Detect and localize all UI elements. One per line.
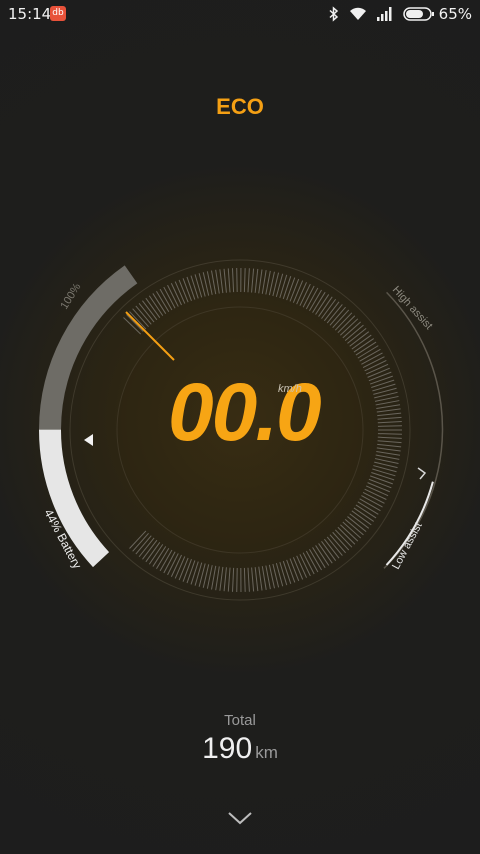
speed-tick xyxy=(368,371,392,382)
speed-tick xyxy=(254,268,259,293)
speed-tick xyxy=(375,454,400,460)
speed-tick xyxy=(376,451,401,456)
speed-tick xyxy=(377,443,402,448)
speed-tick xyxy=(286,559,296,583)
speed-tick xyxy=(376,404,401,409)
speed-tick xyxy=(182,278,192,301)
speed-tick xyxy=(215,566,220,591)
speed-tick xyxy=(261,566,267,590)
speed-tick xyxy=(286,277,296,301)
speed-tick xyxy=(219,269,224,294)
speed-tick xyxy=(367,367,390,378)
speed-tick xyxy=(243,567,246,592)
speed-tick xyxy=(377,440,402,444)
speed-tick xyxy=(279,561,288,586)
total-distance: 190 km xyxy=(0,732,480,766)
speed-tick xyxy=(289,278,300,302)
total-value: 190 xyxy=(202,732,253,765)
speed-tick xyxy=(282,560,292,584)
speed-tick xyxy=(377,421,402,424)
speed-tick xyxy=(178,279,189,303)
speed-tick xyxy=(371,472,395,481)
speed-tick xyxy=(371,379,395,388)
speed-tick xyxy=(254,567,259,592)
speed-tick xyxy=(377,433,402,435)
speed-tick xyxy=(376,447,401,452)
speed-tick xyxy=(377,416,402,420)
speed-tick xyxy=(369,375,393,385)
chevron-down-icon[interactable] xyxy=(222,804,258,832)
speed-tick xyxy=(174,556,186,579)
speed-tick xyxy=(190,561,199,585)
speed-tick xyxy=(223,268,227,293)
speed-tick xyxy=(182,559,192,582)
speed-tick xyxy=(261,270,267,294)
speed-tick xyxy=(186,560,196,584)
speed-tick xyxy=(227,268,231,293)
speed-tick xyxy=(292,557,304,580)
speed-tick xyxy=(367,482,390,493)
speed-tick xyxy=(190,275,199,299)
speed-tick xyxy=(365,363,389,375)
speed-tick xyxy=(174,281,186,304)
speed-tick xyxy=(223,567,227,592)
speed-tick xyxy=(265,565,271,590)
speed-tick xyxy=(296,555,307,578)
speed-tick xyxy=(251,567,255,592)
low-assist-label: Low assist xyxy=(390,520,425,571)
speed-tick xyxy=(258,269,263,294)
speed-tick xyxy=(369,475,393,485)
speed-tick xyxy=(247,567,250,592)
speed-tick xyxy=(251,268,255,293)
speed-tick xyxy=(186,276,196,300)
speed-tick xyxy=(178,557,189,581)
speed-tick xyxy=(377,436,402,439)
speed-tick xyxy=(282,276,292,300)
speed-tick xyxy=(247,268,250,293)
speed-tick xyxy=(219,566,224,591)
speed-tick xyxy=(375,400,400,406)
speed-tick xyxy=(368,478,392,489)
battery-pointer-icon xyxy=(84,434,93,446)
speed-tick xyxy=(211,270,217,295)
assist-indicator-icon xyxy=(417,467,427,480)
speed-tick xyxy=(289,558,300,582)
speed-tick xyxy=(243,268,246,293)
speed-tick xyxy=(227,567,231,592)
total-label: Total xyxy=(224,712,256,729)
speed-tick xyxy=(170,554,182,577)
speed-tick xyxy=(377,425,402,427)
speed-tick xyxy=(231,268,235,293)
total-unit: km xyxy=(255,743,278,762)
speed-tick xyxy=(211,565,217,590)
speed-unit: km/h xyxy=(278,383,302,395)
speed-tick xyxy=(258,566,263,591)
speed-tick xyxy=(377,412,402,417)
speed-tick xyxy=(292,280,304,303)
speed-tick xyxy=(170,283,182,306)
speed-tick xyxy=(215,269,220,294)
speed-tick xyxy=(265,270,271,295)
speed-tick xyxy=(376,408,401,413)
speed-tick xyxy=(365,485,389,497)
battery-max-label: 100% xyxy=(58,281,83,311)
speed-tick xyxy=(232,567,235,592)
speed-tick xyxy=(296,282,307,305)
speed-tick xyxy=(279,274,288,299)
